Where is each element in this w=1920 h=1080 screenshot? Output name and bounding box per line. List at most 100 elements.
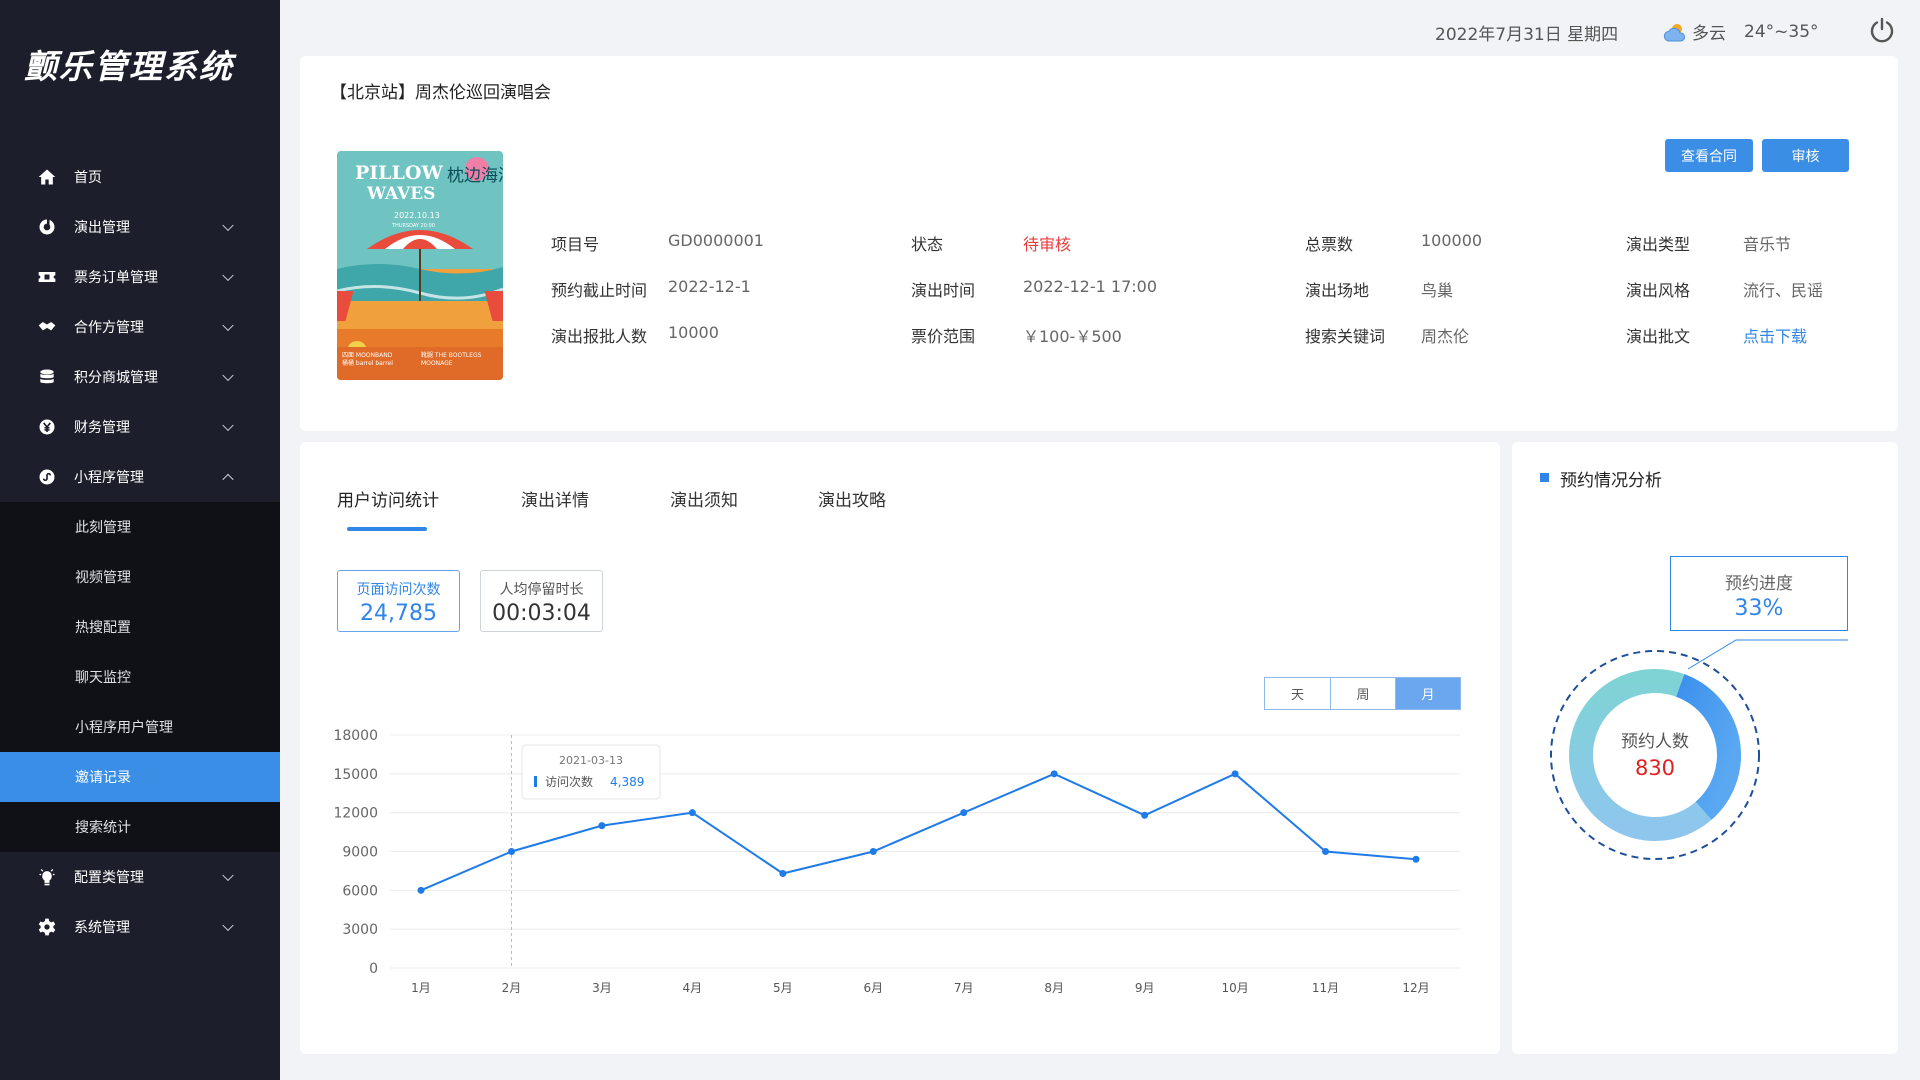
stat-page-visits[interactable]: 页面访问次数 24,785: [337, 570, 460, 632]
range-month-button[interactable]: 月: [1395, 678, 1460, 709]
visits-line-chart: 0 3000 6000 9000 12000 15000 18000 1月 2月 3月 4月 5月 6月…: [330, 720, 1470, 1010]
poster-day: THURSDAY 20:00: [391, 223, 435, 229]
ticket-icon: [36, 266, 58, 288]
x-tick-label: 2月: [502, 981, 522, 995]
booking-progress-callout: 预约进度 33%: [1670, 556, 1848, 631]
progress-label: 预约进度: [1725, 574, 1793, 594]
deadline-label: 预约截止时间: [551, 281, 648, 300]
performance-icon: [36, 216, 58, 238]
chevron-down-icon: [222, 869, 234, 882]
handshake-icon: [36, 316, 58, 338]
sidebar-item-system[interactable]: 系统管理: [0, 902, 280, 952]
y-tick-label: 3000: [342, 922, 378, 938]
sidebar-item-points-mall[interactable]: 积分商城管理: [0, 352, 280, 402]
y-tick-label: 6000: [342, 883, 378, 899]
poster-cn-title: 枕边海浪: [447, 166, 503, 186]
sidebar-item-ticket-orders[interactable]: 票务订单管理: [0, 252, 280, 302]
tooltip-value: 4,389: [610, 775, 644, 789]
style-value: 流行、民谣: [1743, 281, 1824, 300]
chevron-up-icon: [222, 473, 234, 486]
sidebar-item-finance[interactable]: 财务管理: [0, 402, 280, 452]
submenu-item-video[interactable]: 视频管理: [0, 552, 280, 602]
data-point: [960, 809, 968, 817]
event-title: 【北京站】周杰伦巡回演唱会: [330, 83, 551, 103]
chart-tooltip: 2021-03-13 访问次数 4,389: [521, 744, 661, 800]
x-tick-label: 5月: [773, 981, 793, 995]
data-point: [1141, 811, 1149, 819]
keyword-label: 搜索关键词: [1305, 327, 1386, 346]
data-point: [1231, 770, 1239, 778]
sidebar-item-performance[interactable]: 演出管理: [0, 202, 280, 252]
tab-visit-stats[interactable]: 用户访问统计: [337, 486, 439, 511]
permit-download-link[interactable]: 点击下载: [1743, 323, 1807, 347]
home-icon: [36, 166, 58, 188]
booking-donut-chart: 预约人数 830: [1540, 640, 1770, 870]
venue-value: 鸟巢: [1421, 281, 1454, 300]
submenu-item-invite-records[interactable]: 邀请记录: [0, 752, 280, 802]
type-value: 音乐节: [1743, 235, 1792, 254]
deadline-value: 2022-12-1: [668, 277, 751, 296]
chevron-down-icon: [222, 269, 234, 282]
tooltip-series-marker: [534, 776, 537, 787]
poster-date: 2022.10.13: [394, 211, 440, 220]
range-week-button[interactable]: 周: [1330, 678, 1395, 709]
tab-guide[interactable]: 演出攻略: [818, 486, 886, 511]
app-logo: 颤乐管理系统: [24, 47, 234, 86]
sidebar-item-config[interactable]: 配置类管理: [0, 852, 280, 902]
power-icon[interactable]: [1868, 16, 1896, 44]
stat-label: 页面访问次数: [356, 582, 441, 598]
poster-band-left-2: 桶桶 barrel barrel: [342, 359, 393, 367]
chevron-down-icon: [222, 319, 234, 332]
submenu-item-search-stats[interactable]: 搜索统计: [0, 802, 280, 852]
miniprogram-icon: [36, 466, 58, 488]
submenu-item-moment[interactable]: 此刻管理: [0, 502, 280, 552]
project-no-value: GD0000001: [668, 231, 764, 250]
submenu-item-hot-search[interactable]: 热搜配置: [0, 602, 280, 652]
weather-text: 多云: [1692, 24, 1726, 44]
tab-notice[interactable]: 演出须知: [670, 486, 738, 511]
stat-value: 24,785: [360, 601, 437, 626]
project-no-label: 项目号: [551, 235, 600, 254]
x-tick-label: 1月: [411, 981, 431, 995]
tooltip-label: 访问次数: [545, 774, 593, 789]
x-tick-label: 8月: [1044, 981, 1064, 995]
y-tick-label: 18000: [333, 728, 378, 744]
sidebar-item-label: 演出管理: [74, 220, 130, 236]
x-tick-label: 3月: [592, 981, 612, 995]
y-tick-label: 12000: [333, 806, 378, 822]
sidebar-item-label: 票务订单管理: [74, 270, 158, 286]
sidebar-item-miniprogram[interactable]: 小程序管理: [0, 452, 280, 502]
sidebar-item-partners[interactable]: 合作方管理: [0, 302, 280, 352]
data-point: [598, 822, 606, 830]
sidebar: 颤乐管理系统 首页 演出管理 票务订单管理 合作方管理 积分商城管理 财务管理 …: [0, 0, 280, 1080]
x-tick-label: 9月: [1135, 981, 1155, 995]
booking-analysis-title: 预约情况分析: [1560, 471, 1662, 491]
sidebar-menu: 首页 演出管理 票务订单管理 合作方管理 积分商城管理 财务管理 小程序管理 此…: [0, 152, 280, 952]
chevron-down-icon: [222, 419, 234, 432]
sidebar-item-label: 积分商城管理: [74, 370, 158, 386]
stat-avg-duration[interactable]: 人均停留时长 00:03:04: [480, 570, 603, 632]
review-button[interactable]: 审核: [1762, 139, 1849, 172]
x-tick-label: 6月: [863, 981, 883, 995]
view-contract-button[interactable]: 查看合同: [1665, 139, 1753, 172]
stat-label: 人均停留时长: [499, 582, 584, 598]
total-tickets-value: 100000: [1421, 231, 1483, 250]
event-poster[interactable]: PILLOW WAVES 枕边海浪 2022.10.13 THURSDAY 20…: [337, 151, 503, 380]
keyword-value: 周杰伦: [1421, 327, 1470, 346]
chevron-down-icon: [222, 219, 234, 232]
x-tick-label: 12月: [1402, 981, 1429, 995]
gear-icon: [36, 916, 58, 938]
y-tick-label: 9000: [342, 845, 378, 861]
progress-value: 33%: [1734, 596, 1784, 621]
submenu-item-chat-monitor[interactable]: 聊天监控: [0, 652, 280, 702]
data-point: [417, 886, 425, 894]
submenu-item-mp-users[interactable]: 小程序用户管理: [0, 702, 280, 752]
data-point: [1050, 770, 1058, 778]
sidebar-item-home[interactable]: 首页: [0, 152, 280, 202]
weather-widget: 多云 24°~35°: [1662, 19, 1819, 44]
price-value: ￥100-￥500: [1023, 327, 1122, 346]
range-day-button[interactable]: 天: [1265, 678, 1330, 709]
sidebar-item-label: 配置类管理: [74, 870, 144, 886]
tab-details[interactable]: 演出详情: [521, 486, 589, 511]
x-tick-label: 7月: [954, 981, 974, 995]
